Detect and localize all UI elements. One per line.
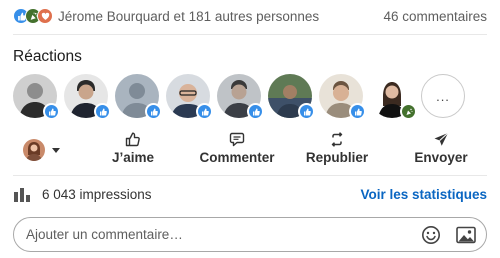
reactor-avatars: ... (13, 74, 472, 120)
impressions-count: 6 043 impressions (42, 186, 152, 202)
social-counts-bar: Jérome Bourquard et 181 autres personnes… (13, 6, 487, 26)
like-icon (94, 103, 111, 120)
repost-label: Republier (305, 150, 369, 165)
like-icon (145, 103, 162, 120)
chevron-down-icon (52, 147, 60, 153)
repost-button[interactable]: Republier (299, 132, 375, 168)
image-icon[interactable] (456, 226, 476, 244)
more-reactors-label: ... (421, 74, 465, 118)
reactions-summary[interactable]: Jérome Bourquard et 181 autres personnes (13, 8, 319, 24)
comment-button[interactable]: Commenter (185, 132, 289, 168)
emoji-icon[interactable] (421, 225, 441, 245)
like-icon (298, 103, 315, 120)
like-button[interactable]: J’aime (99, 132, 167, 168)
bar-chart-icon (14, 187, 30, 202)
stats-bar: 6 043 impressions Voir les statistiques (13, 184, 487, 204)
reactor-avatar[interactable] (268, 74, 315, 120)
reactor-avatar[interactable] (13, 74, 60, 120)
love-icon (37, 8, 53, 24)
reactor-avatar[interactable] (64, 74, 111, 120)
reactions-title: Réactions (13, 48, 82, 65)
send-icon (434, 132, 449, 146)
comment-icon (229, 132, 245, 147)
like-icon (349, 103, 366, 120)
thumbs-up-icon (125, 132, 140, 147)
like-icon (196, 103, 213, 120)
actor-avatar (23, 139, 45, 161)
comments-count-link[interactable]: 46 commentaires (383, 9, 487, 24)
reactor-avatar[interactable] (319, 74, 366, 120)
comment-tools (421, 225, 476, 245)
reactor-avatar[interactable] (166, 74, 213, 120)
celebrate-icon (400, 103, 417, 120)
reactors-summary-text[interactable]: Jérome Bourquard et 181 autres personnes (58, 9, 319, 24)
like-icon (247, 103, 264, 120)
actor-selector[interactable] (13, 132, 65, 168)
more-reactors-button[interactable]: ... (421, 74, 465, 118)
send-label: Envoyer (414, 150, 468, 165)
send-button[interactable]: Envoyer (407, 132, 475, 168)
view-statistics-link[interactable]: Voir les statistiques (360, 187, 487, 202)
reactor-avatar[interactable] (217, 74, 264, 120)
divider (13, 34, 487, 35)
comment-input[interactable] (26, 227, 421, 242)
like-label: J’aime (111, 150, 155, 165)
reactor-avatar[interactable] (115, 74, 162, 120)
comment-label: Commenter (199, 150, 275, 165)
repost-icon (331, 132, 343, 147)
post-actions-bar: J’aime Commenter Republier Envoyer (13, 132, 487, 168)
reactor-avatar[interactable] (370, 74, 417, 120)
comment-box (13, 217, 487, 252)
divider (13, 175, 487, 176)
like-icon (43, 103, 60, 120)
impressions-summary: 6 043 impressions (13, 187, 152, 202)
